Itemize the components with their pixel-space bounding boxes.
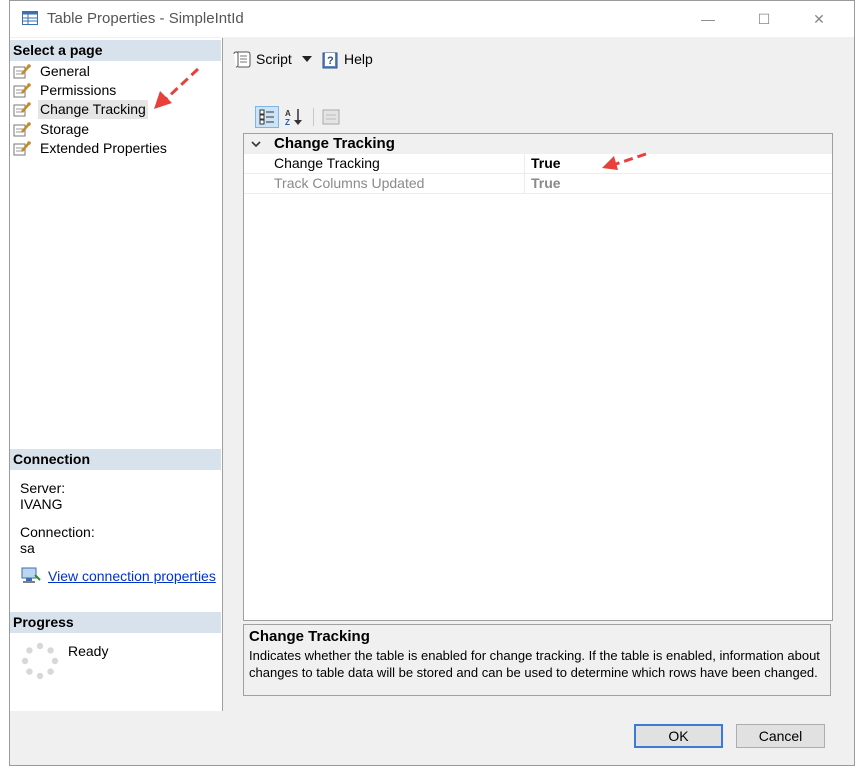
- property-row-track-columns-updated[interactable]: Track Columns Updated True: [244, 174, 832, 194]
- dropdown-arrow-icon: [302, 56, 312, 62]
- property-grid: Change Tracking Change Tracking True Tra…: [243, 133, 833, 621]
- page-wrench-icon: [13, 102, 31, 117]
- page-item-label: Extended Properties: [40, 140, 167, 156]
- toolbar-divider: [313, 108, 314, 126]
- property-row-change-tracking[interactable]: Change Tracking True: [244, 154, 832, 174]
- column-divider: [524, 154, 525, 194]
- annotation-arrow-icon: [602, 152, 647, 170]
- help-label: Help: [344, 51, 373, 67]
- connection-header: Connection: [10, 449, 221, 470]
- view-connection-properties-link[interactable]: View connection properties: [48, 568, 216, 584]
- cancel-button[interactable]: Cancel: [736, 724, 825, 748]
- page-wrench-icon: [13, 64, 31, 79]
- title-bar: Table Properties - SimpleIntId — ☐ ✕: [10, 1, 854, 37]
- maximize-button[interactable]: ☐: [749, 7, 779, 31]
- category-label: Change Tracking: [274, 135, 395, 152]
- progress-status: Ready: [68, 643, 109, 659]
- page-wrench-icon: [13, 141, 31, 156]
- ok-button[interactable]: OK: [634, 724, 723, 748]
- right-pane: Script ? Help A Z Change Tracking Change…: [222, 38, 855, 711]
- property-value[interactable]: True: [531, 155, 561, 171]
- page-item-label: General: [40, 63, 90, 79]
- property-pages-button[interactable]: [319, 106, 343, 128]
- script-dropdown-button[interactable]: [300, 48, 314, 70]
- description-text: Indicates whether the table is enabled f…: [249, 648, 820, 680]
- property-value: True: [531, 175, 561, 191]
- script-icon: [233, 51, 251, 68]
- minimize-button[interactable]: —: [693, 7, 723, 31]
- page-wrench-icon: [13, 83, 31, 98]
- help-book-icon: ?: [322, 52, 338, 69]
- categorized-view-button[interactable]: [255, 106, 279, 128]
- description-title: Change Tracking: [249, 628, 370, 645]
- script-label: Script: [256, 51, 292, 67]
- page-item-label: Change Tracking: [38, 100, 148, 119]
- description-panel: Change Tracking Indicates whether the ta…: [243, 624, 831, 696]
- table-icon: [22, 11, 38, 25]
- server-value: IVANG: [20, 496, 63, 512]
- property-pages-icon: [322, 109, 340, 125]
- progress-header: Progress: [10, 612, 221, 633]
- property-name: Track Columns Updated: [274, 175, 425, 191]
- svg-text:?: ?: [327, 55, 334, 67]
- svg-text:Z: Z: [285, 118, 290, 126]
- close-button[interactable]: ✕: [804, 7, 834, 31]
- window-title: Table Properties - SimpleIntId: [47, 10, 244, 27]
- page-wrench-icon: [13, 122, 31, 137]
- connection-value: sa: [20, 540, 35, 556]
- alphabetical-view-button[interactable]: A Z: [281, 106, 305, 128]
- sort-az-icon: A Z: [285, 109, 302, 126]
- select-page-header: Select a page: [10, 40, 221, 61]
- svg-text:A: A: [285, 109, 291, 118]
- table-properties-dialog: Table Properties - SimpleIntId — ☐ ✕ Sel…: [9, 0, 855, 766]
- chevron-down-icon[interactable]: [251, 141, 261, 148]
- page-item-label: Storage: [40, 121, 90, 137]
- server-label: Server:: [20, 480, 66, 496]
- left-pane: Select a page General Permissions Change…: [10, 38, 223, 711]
- page-item-label: Permissions: [40, 82, 117, 98]
- property-name: Change Tracking: [274, 155, 380, 171]
- progress-spinner-icon: [21, 642, 59, 680]
- categorized-icon: [259, 109, 274, 125]
- connection-label: Connection:: [20, 524, 95, 540]
- connection-properties-icon: [21, 567, 41, 583]
- annotation-arrow-icon: [154, 67, 200, 109]
- category-row[interactable]: Change Tracking: [244, 134, 832, 154]
